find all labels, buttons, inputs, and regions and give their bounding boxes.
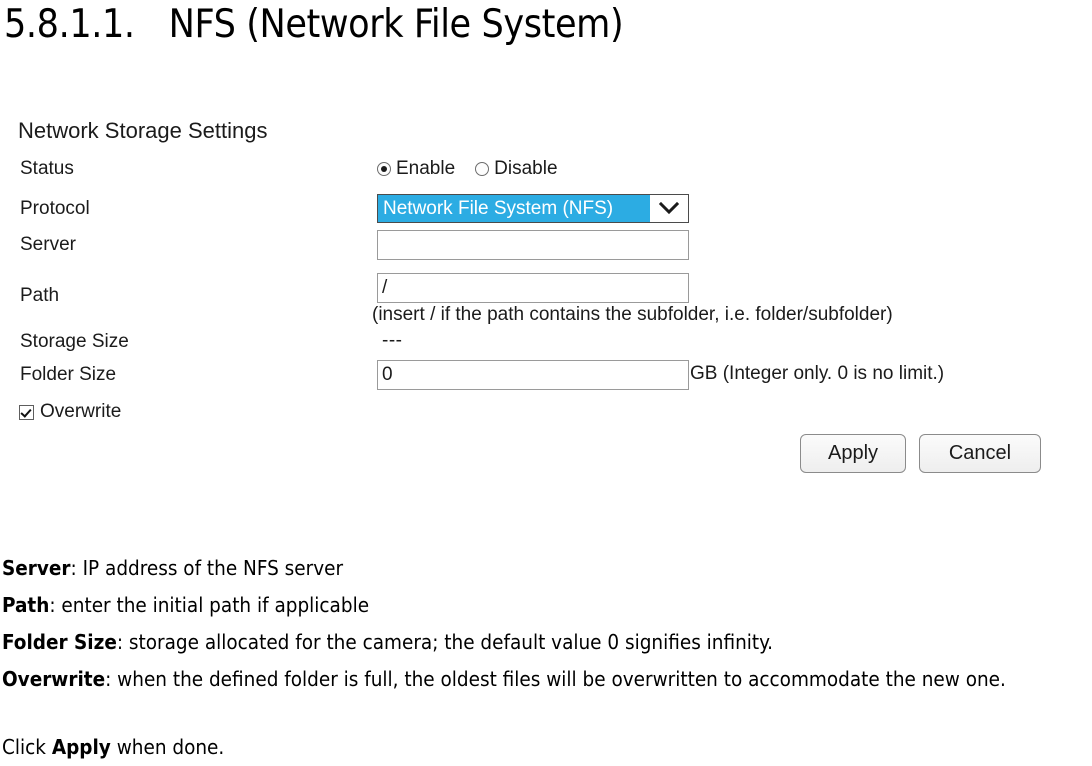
page-title: 5.8.1.1. NFS (Network File System) <box>4 0 1084 50</box>
label-folder-size: Folder Size <box>20 364 117 385</box>
form-actions: Apply Cancel <box>800 434 1041 473</box>
path-hint: (insert / if the path contains the subfo… <box>372 304 893 325</box>
description-folder-size-text: : storage allocated for the camera; the … <box>116 630 774 654</box>
label-protocol: Protocol <box>20 198 90 219</box>
label-storage-size: Storage Size <box>20 331 129 352</box>
description-overwrite: Overwrite: when the defined folder is fu… <box>2 661 1088 698</box>
protocol-select-value: Network File System (NFS) <box>378 195 650 222</box>
overwrite-label: Overwrite <box>40 401 122 422</box>
panel-title: Network Storage Settings <box>18 118 268 143</box>
footer-instruction: Click Apply when done. <box>2 729 1088 766</box>
network-storage-settings-panel: Network Storage Settings Status Protocol… <box>0 108 1092 498</box>
radio-enable[interactable]: Enable <box>377 158 455 180</box>
heading-number: 5.8.1.1. <box>4 2 135 47</box>
description-path-text: : enter the initial path if applicable <box>49 593 370 617</box>
description-overwrite-text: : when the defined folder is full, the o… <box>105 667 1006 691</box>
description-path-term: Path <box>2 593 50 617</box>
chevron-down-icon[interactable] <box>650 195 688 222</box>
description-overwrite-term: Overwrite <box>2 667 106 691</box>
radio-disable-icon[interactable] <box>475 162 490 176</box>
status-radio-group: Enable Disable <box>377 158 558 180</box>
label-server: Server <box>20 234 76 255</box>
radio-enable-label: Enable <box>396 158 456 179</box>
overwrite-checkbox-row[interactable]: Overwrite <box>19 401 121 423</box>
footer-prefix: Click <box>2 735 52 759</box>
description-folder-size: Folder Size: storage allocated for the c… <box>2 624 1088 661</box>
path-input[interactable]: / <box>377 273 689 303</box>
radio-disable-label: Disable <box>494 158 558 179</box>
label-status: Status <box>20 158 74 179</box>
description-folder-size-term: Folder Size <box>2 630 117 654</box>
description-server-term: Server <box>2 556 71 580</box>
heading-text: NFS (Network File System) <box>168 2 624 47</box>
description-server-text: : IP address of the NFS server <box>70 556 344 580</box>
label-path: Path <box>20 285 60 306</box>
radio-enable-icon[interactable] <box>377 162 391 176</box>
storage-size-value: --- <box>382 330 403 351</box>
server-input[interactable] <box>377 230 689 260</box>
footer-suffix: when done. <box>110 735 225 759</box>
radio-disable[interactable]: Disable <box>475 158 558 180</box>
description-path: Path: enter the initial path if applicab… <box>2 587 1088 624</box>
folder-size-input[interactable]: 0 <box>377 360 689 390</box>
description-server: Server: IP address of the NFS server <box>2 550 1088 587</box>
protocol-select[interactable]: Network File System (NFS) <box>377 194 689 223</box>
footer-action: Apply <box>51 735 111 759</box>
cancel-button[interactable]: Cancel <box>919 434 1041 473</box>
checkbox-icon[interactable] <box>19 404 34 420</box>
folder-size-suffix: GB (Integer only. 0 is no limit.) <box>690 363 945 384</box>
apply-button[interactable]: Apply <box>800 434 906 473</box>
